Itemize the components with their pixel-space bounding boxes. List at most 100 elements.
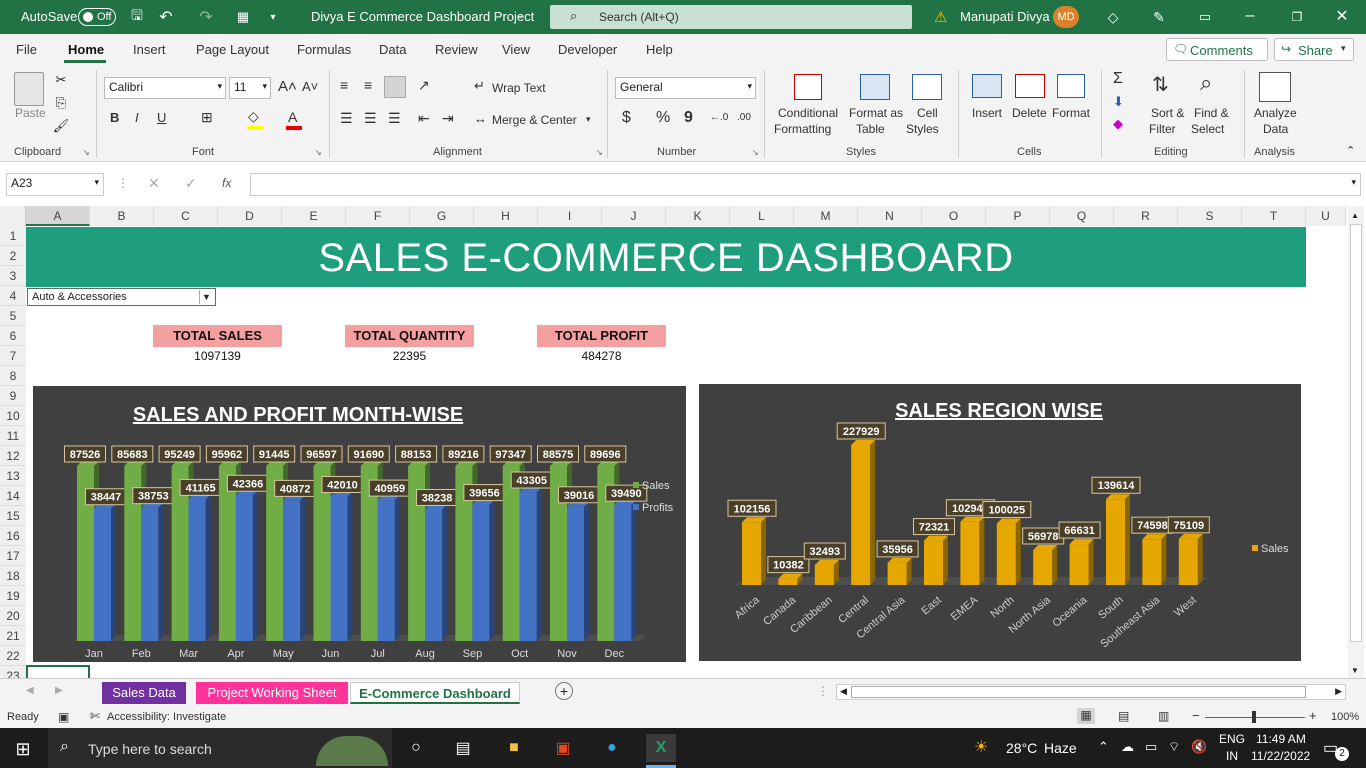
column-header-q[interactable]: Q [1050, 206, 1114, 226]
region-chart[interactable]: SALES REGION WISE 102156 Africa 10382 Canada… [699, 384, 1301, 661]
tab-file[interactable]: File [16, 42, 37, 57]
tab-view[interactable]: View [502, 42, 530, 57]
row-header-12[interactable]: 12 [0, 446, 26, 466]
accessibility-status[interactable]: Accessibility: Investigate [107, 711, 226, 723]
sort-label-1[interactable]: Sort & [1151, 106, 1184, 120]
delete-cells-icon[interactable] [1015, 74, 1045, 98]
sheet-tab-ecommerce-dashboard[interactable]: E-Commerce Dashboard [350, 682, 520, 704]
document-title[interactable]: Divya E Commerce Dashboard Project [311, 9, 534, 24]
clock-time[interactable]: 11:49 AM [1256, 732, 1306, 746]
cancel-icon[interactable]: ✕ [148, 175, 160, 192]
excel-taskbar-icon[interactable]: X [646, 734, 676, 762]
scroll-right-icon[interactable]: ▶ [1335, 686, 1342, 697]
format-table-label-2[interactable]: Table [856, 122, 885, 136]
language-code[interactable]: ENG [1219, 732, 1245, 746]
align-right-icon[interactable]: ☰ [388, 110, 401, 127]
page-break-view-icon[interactable]: ▥ [1158, 709, 1169, 723]
row-header-3[interactable]: 3 [0, 266, 26, 286]
selected-cell[interactable] [26, 665, 90, 678]
row-header-23[interactable]: 23 [0, 666, 26, 678]
format-painter-icon[interactable]: 🖌 [53, 118, 70, 134]
collapse-ribbon-icon[interactable]: ⌃ [1346, 144, 1355, 157]
column-header-s[interactable]: S [1178, 206, 1242, 226]
align-middle-icon[interactable]: ≡ [364, 77, 372, 93]
row-header-8[interactable]: 8 [0, 366, 26, 386]
dialog-launcher-icon[interactable]: ↘ [315, 148, 322, 157]
align-top-icon[interactable]: ≡ [340, 77, 348, 93]
wifi-icon[interactable]: ⌔ [1168, 739, 1180, 755]
increase-indent-icon[interactable]: ⇥ [442, 110, 454, 127]
column-header-k[interactable]: K [666, 206, 730, 226]
sheet-tab-sales-data[interactable]: Sales Data [102, 682, 186, 704]
battery-icon[interactable]: ▭ [1145, 739, 1157, 755]
edge-browser-icon[interactable]: ● [600, 737, 624, 759]
sort-filter-icon[interactable]: ⇅ [1152, 72, 1169, 97]
cloud-icon[interactable]: ☁ [1121, 739, 1134, 755]
task-view-icon[interactable]: ▤ [452, 737, 474, 759]
clock-date[interactable]: 11/22/2022 [1251, 749, 1310, 763]
bold-icon[interactable]: B [110, 110, 119, 125]
column-header-h[interactable]: H [474, 206, 538, 226]
next-sheet-icon[interactable]: ▶ [55, 685, 63, 696]
scroll-down-icon[interactable]: ▼ [1351, 666, 1359, 675]
formula-input[interactable]: ▾ [250, 173, 1361, 196]
office-icon[interactable]: ▣ [551, 737, 575, 759]
find-label-2[interactable]: Select [1191, 122, 1224, 136]
row-header-7[interactable]: 7 [0, 346, 26, 366]
horizontal-scrollbar[interactable]: ◀ ▶ [836, 684, 1346, 700]
tab-home[interactable]: Home [68, 42, 104, 57]
macro-icon[interactable]: ▣ [58, 710, 69, 724]
prev-sheet-icon[interactable]: ◀ [26, 685, 34, 696]
row-header-17[interactable]: 17 [0, 546, 26, 566]
decrease-font-icon[interactable]: A˅ [302, 79, 318, 94]
column-header-l[interactable]: L [730, 206, 794, 226]
autosum-icon[interactable]: Σ [1113, 70, 1123, 88]
align-bottom-button[interactable] [384, 76, 406, 98]
decrease-indent-icon[interactable]: ⇤ [418, 110, 430, 127]
normal-view-icon[interactable]: ▦ [1077, 708, 1095, 724]
column-header-a[interactable]: A [26, 206, 90, 226]
tab-data[interactable]: Data [379, 42, 406, 57]
spreadsheet-grid[interactable]: ABCDEFGHIJKLMNOPQRSTU 1 2 3 4 5 6 7 8 9 10 11 12 13 1… [0, 206, 1366, 678]
column-header-f[interactable]: F [346, 206, 410, 226]
row-header-13[interactable]: 13 [0, 466, 26, 486]
select-all-corner[interactable] [0, 206, 26, 226]
scroll-left-icon[interactable]: ◀ [840, 686, 847, 697]
row-header-19[interactable]: 19 [0, 586, 26, 606]
clear-icon[interactable]: ◆ [1113, 116, 1123, 132]
wrap-text-label[interactable]: Wrap Text [492, 81, 546, 95]
zoom-in-icon[interactable]: + [1309, 708, 1317, 723]
delete-label[interactable]: Delete [1012, 106, 1047, 120]
find-select-icon[interactable]: ⌕ [1200, 70, 1212, 96]
scrollbar-thumb[interactable] [1350, 224, 1362, 642]
form-icon[interactable]: ▦ [234, 8, 252, 26]
cell-styles-label-1[interactable]: Cell [917, 106, 938, 120]
monthly-chart[interactable]: SALES AND PROFIT MONTH-WISE 87526 38447 Jan… [33, 386, 686, 662]
insert-label[interactable]: Insert [972, 106, 1002, 120]
format-as-table-icon[interactable] [860, 74, 890, 100]
customize-qat-icon[interactable]: ▾ [266, 8, 280, 26]
analyze-label-1[interactable]: Analyze [1254, 106, 1297, 120]
merge-center-icon[interactable]: ↔ [474, 111, 487, 126]
category-dropdown[interactable]: Auto & Accessories ▼ [27, 288, 216, 306]
dialog-launcher-icon[interactable]: ↘ [752, 148, 759, 157]
increase-decimal-icon[interactable]: ←.0 [710, 112, 728, 123]
increase-font-icon[interactable]: A˄ [278, 78, 297, 95]
avatar[interactable]: MD [1053, 6, 1079, 28]
analyze-label-2[interactable]: Data [1263, 122, 1288, 136]
accessibility-icon[interactable]: ✄ [90, 709, 100, 723]
ribbon-display-icon[interactable]: ▭ [1196, 8, 1214, 26]
decrease-decimal-icon[interactable]: .00 [737, 112, 751, 123]
percent-icon[interactable]: % [656, 109, 670, 127]
italic-icon[interactable]: I [135, 110, 139, 125]
insert-cells-icon[interactable] [972, 74, 1002, 98]
volume-icon[interactable]: 🔇 [1191, 739, 1207, 755]
wrap-text-icon[interactable]: ↵ [474, 78, 485, 94]
dialog-launcher-icon[interactable]: ↘ [596, 148, 603, 157]
column-header-c[interactable]: C [154, 206, 218, 226]
tray-chevron-icon[interactable]: ⌃ [1098, 739, 1109, 755]
column-header-n[interactable]: N [858, 206, 922, 226]
row-header-10[interactable]: 10 [0, 406, 26, 426]
weather-temp[interactable]: 28°C [1006, 740, 1037, 756]
row-header-16[interactable]: 16 [0, 526, 26, 546]
